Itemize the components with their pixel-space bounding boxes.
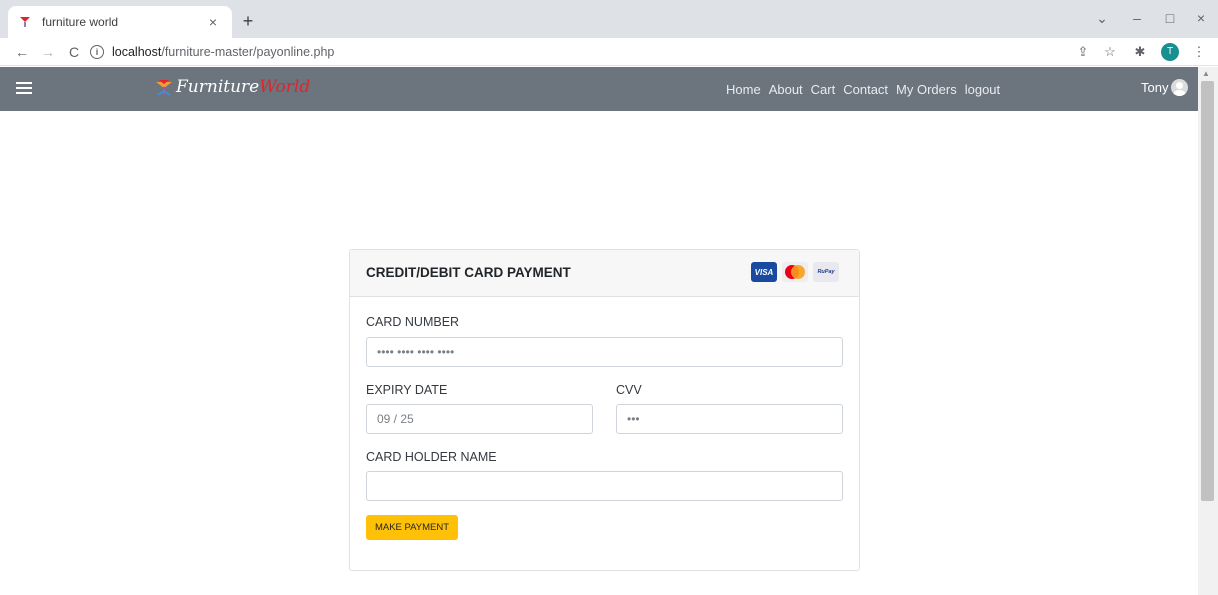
extensions-icon[interactable]: ✱ <box>1131 43 1149 61</box>
page-scrollbar[interactable]: ▲ <box>1198 67 1218 595</box>
browser-addressbar: ← → C i localhost /furniture-master/payo… <box>0 38 1218 66</box>
tab-close-icon[interactable]: × <box>204 14 222 30</box>
cvv-input[interactable] <box>616 404 843 434</box>
tab-title: furniture world <box>42 15 119 29</box>
forward-button[interactable]: → <box>38 42 58 62</box>
payment-title: CREDIT/DEBIT CARD PAYMENT <box>366 265 571 280</box>
back-button[interactable]: ← <box>12 42 32 62</box>
brand-logo[interactable]: Furniture World <box>154 77 310 97</box>
nav-link-home[interactable]: Home <box>726 82 761 97</box>
user-avatar-icon <box>1171 79 1189 96</box>
visa-logo-icon: VISA <box>751 262 777 282</box>
cvv-label: CVV <box>616 383 642 397</box>
window-close-button[interactable]: × <box>1191 10 1211 26</box>
payment-card: CREDIT/DEBIT CARD PAYMENT VISA RuPay CAR… <box>349 249 860 571</box>
mastercard-logo-icon <box>782 262 808 282</box>
scrollbar-thumb[interactable] <box>1201 81 1214 501</box>
nav-link-contact[interactable]: Contact <box>843 82 888 97</box>
new-tab-button[interactable]: + <box>236 9 260 33</box>
brand-name-part1: Furniture <box>176 77 260 97</box>
user-menu[interactable]: Tony <box>1141 79 1189 96</box>
nav-link-cart[interactable]: Cart <box>811 82 836 97</box>
make-payment-button[interactable]: MAKE PAYMENT <box>366 515 458 540</box>
user-name: Tony <box>1141 80 1169 95</box>
nav-link-my-orders[interactable]: My Orders <box>896 82 957 97</box>
site-info-icon[interactable]: i <box>90 45 104 59</box>
card-holder-name-label: CARD HOLDER NAME <box>366 450 497 464</box>
minimize-button[interactable]: – <box>1127 10 1147 26</box>
browser-tab[interactable]: furniture world × <box>8 6 232 38</box>
expiry-date-input[interactable] <box>366 404 593 434</box>
profile-avatar[interactable]: T <box>1161 43 1179 61</box>
brand-chair-icon <box>156 80 172 96</box>
favicon-icon <box>18 15 32 29</box>
browser-menu-icon[interactable]: ⋮ <box>1190 43 1208 61</box>
url-host: localhost <box>112 45 162 59</box>
url-path: /furniture-master/payonline.php <box>161 45 335 59</box>
card-number-input[interactable] <box>366 337 843 367</box>
bookmark-star-icon[interactable]: ☆ <box>1101 43 1119 61</box>
browser-tabbar: furniture world × + ⌄ – □ × <box>0 0 1218 38</box>
nav-links: Home About Cart Contact My Orders logout <box>726 67 1008 111</box>
payment-card-header: CREDIT/DEBIT CARD PAYMENT VISA RuPay <box>350 250 859 297</box>
scroll-up-arrow-icon[interactable]: ▲ <box>1202 69 1210 78</box>
card-holder-name-input[interactable] <box>366 471 843 501</box>
card-number-label: CARD NUMBER <box>366 315 460 329</box>
reload-button[interactable]: C <box>64 42 84 62</box>
nav-link-logout[interactable]: logout <box>965 82 1000 97</box>
hamburger-menu-icon[interactable] <box>16 79 32 99</box>
rupay-logo-icon: RuPay <box>813 262 839 282</box>
maximize-button[interactable]: □ <box>1160 10 1180 26</box>
brand-name-part2: World <box>259 77 311 97</box>
tab-search-icon[interactable]: ⌄ <box>1092 10 1112 27</box>
payment-logos: VISA RuPay <box>751 262 844 282</box>
site-navbar: Furniture World Home About Cart Contact … <box>0 67 1198 111</box>
nav-link-about[interactable]: About <box>769 82 803 97</box>
expiry-date-label: EXPIRY DATE <box>366 383 448 397</box>
url-bar[interactable]: i localhost /furniture-master/payonline.… <box>90 41 1060 63</box>
share-icon[interactable]: ⇪ <box>1074 43 1092 61</box>
